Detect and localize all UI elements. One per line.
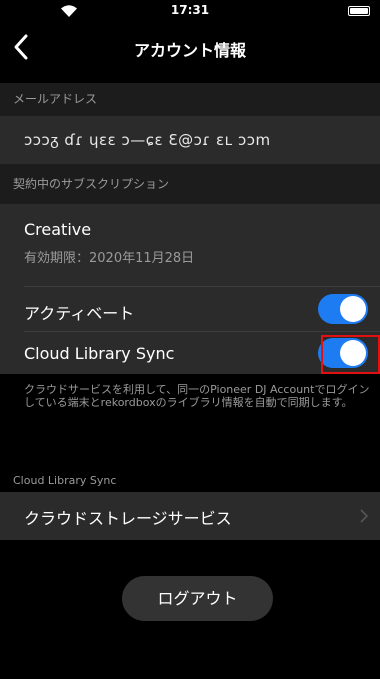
email-section-header: メールアドレス (0, 83, 380, 116)
cloud-storage-row[interactable]: クラウドストレージサービス (0, 492, 380, 540)
activate-label: アクティベート (24, 304, 135, 323)
status-bar: 17:31 (0, 0, 380, 22)
cloud-section-header: Cloud Library Sync (0, 470, 380, 492)
cloud-sync-label: Cloud Library Sync (24, 344, 175, 363)
email-cell: ɔɔɔᵹ ɗɾ ɥɛɛ ɔ—ɕɛ Ɛ@ɔɾ ɛʟ ɔɔm (0, 116, 380, 164)
subscription-section-header: 契約中のサブスクリプション (0, 164, 380, 204)
highlight-box (321, 335, 380, 374)
activate-toggle[interactable] (318, 294, 368, 324)
logout-button[interactable]: ログアウト (122, 576, 273, 621)
sync-description: クラウドサービスを利用して、同一のPioneer DJ Accountでログイン… (24, 383, 370, 409)
chevron-right-icon (360, 509, 368, 523)
activate-row: アクティベート (0, 287, 380, 331)
subscription-plan: Creative (24, 220, 92, 239)
cloud-storage-label: クラウドストレージサービス (24, 509, 232, 528)
page-title: アカウント情報 (133, 41, 246, 60)
status-time: 17:31 (170, 3, 210, 17)
email-value: ɔɔɔᵹ ɗɾ ɥɛɛ ɔ—ɕɛ Ɛ@ɔɾ ɛʟ ɔɔm (24, 131, 271, 149)
nav-bar: アカウント情報 (0, 22, 380, 72)
battery-icon (348, 6, 370, 16)
subscription-expiry: 有効期限：2020年11月28日 (24, 251, 195, 266)
